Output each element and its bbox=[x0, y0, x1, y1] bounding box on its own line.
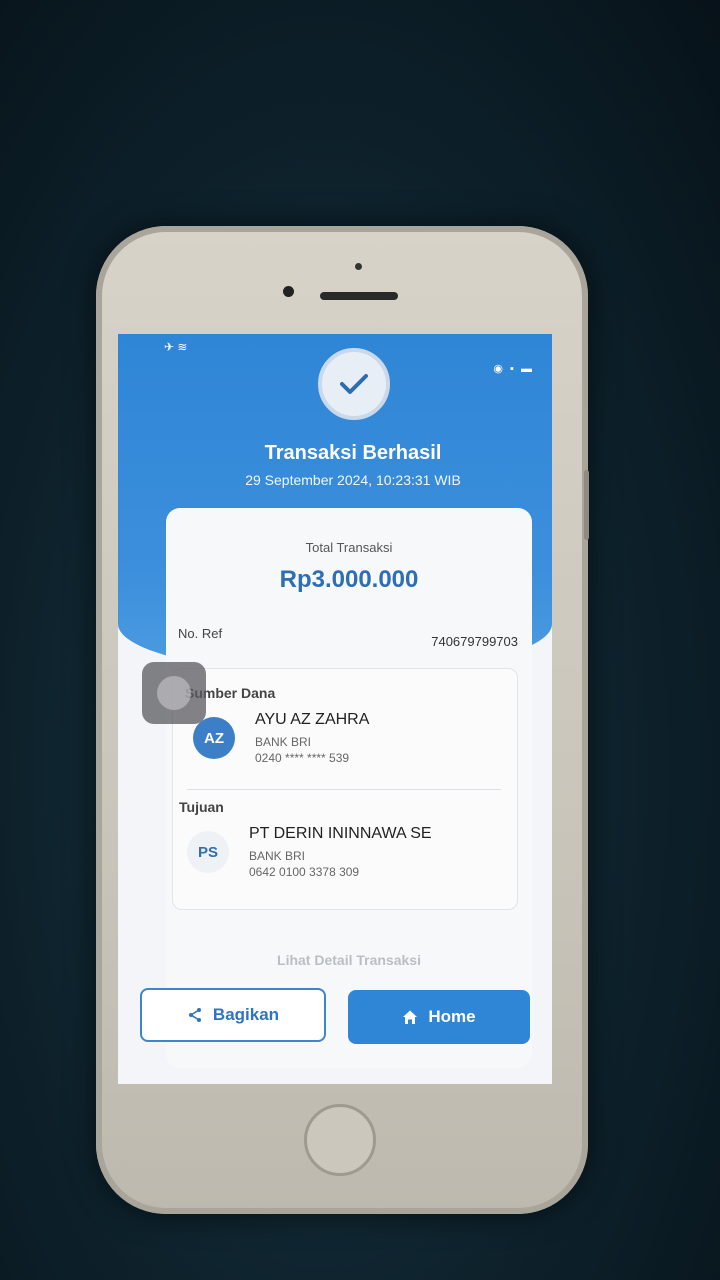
phone-side-button bbox=[584, 470, 589, 540]
home-button-label: Home bbox=[428, 1007, 476, 1026]
parties-box: Sumber Dana AZ AYU AZ ZAHRA BANK BRI 024… bbox=[172, 668, 518, 910]
phone-screen: ✈ ≋ ◉ ▪ ▬ Transaksi Berhasil 29 Septembe… bbox=[118, 334, 552, 1084]
transaction-card: Total Transaksi Rp3.000.000 No. Ref 7406… bbox=[166, 508, 532, 1068]
front-camera bbox=[283, 286, 294, 297]
destination-bank: BANK BRI bbox=[249, 849, 306, 863]
home-button[interactable]: Home bbox=[348, 990, 530, 1044]
source-avatar: AZ bbox=[193, 717, 235, 759]
destination-section-label: Tujuan bbox=[179, 799, 224, 815]
destination-account: 0642 0100 3378 309 bbox=[249, 865, 360, 879]
share-icon bbox=[188, 1008, 201, 1022]
earpiece-speaker bbox=[320, 292, 398, 300]
phone-home-button[interactable] bbox=[304, 1104, 376, 1176]
source-account: 0240 **** **** 539 bbox=[255, 751, 350, 765]
source-bank: BANK BRI bbox=[255, 735, 312, 749]
destination-avatar: PS bbox=[187, 831, 229, 873]
home-icon bbox=[403, 1010, 418, 1024]
share-button[interactable]: Bagikan bbox=[140, 988, 326, 1042]
source-name: AYU AZ ZAHRA bbox=[255, 711, 370, 728]
assistive-touch-button[interactable] bbox=[142, 662, 206, 724]
page-title: Transaksi Berhasil bbox=[264, 442, 442, 464]
destination-name: PT DERIN ININNAWA SE bbox=[249, 825, 432, 842]
front-sensor bbox=[355, 263, 362, 270]
divider bbox=[187, 789, 501, 790]
total-amount: Rp3.000.000 bbox=[279, 566, 419, 593]
status-icons-right: ◉ ▪ ▬ bbox=[493, 363, 534, 375]
success-check-icon bbox=[318, 348, 390, 420]
ref-value: 740679799703 bbox=[431, 634, 518, 649]
view-details-link[interactable]: Lihat Detail Transaksi bbox=[166, 952, 532, 968]
total-label: Total Transaksi bbox=[305, 540, 393, 555]
ref-label: No. Ref bbox=[178, 626, 223, 641]
share-button-label: Bagikan bbox=[212, 1005, 280, 1024]
status-icons-left: ✈ ≋ bbox=[164, 340, 188, 354]
transaction-datetime: 29 September 2024, 10:23:31 WIB bbox=[245, 472, 461, 488]
